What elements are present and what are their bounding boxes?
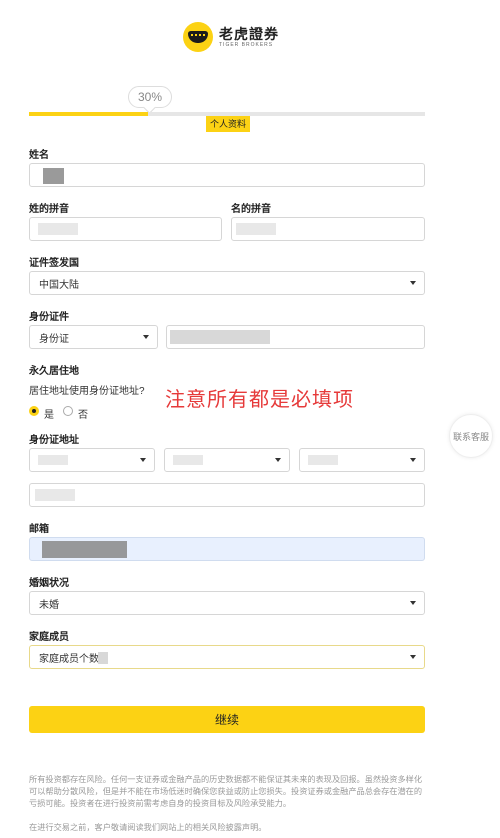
name-label: 姓名	[29, 150, 49, 161]
id-number-input[interactable]	[166, 325, 425, 349]
brand-name-cn: 老虎證券	[219, 25, 279, 42]
given-pinyin-label: 名的拼音	[231, 204, 271, 215]
radio-no[interactable]	[63, 406, 73, 416]
chevron-down-icon	[410, 281, 416, 285]
id-doc-label: 身份证件	[29, 312, 69, 323]
chevron-down-icon	[140, 458, 146, 462]
radio-yes[interactable]	[29, 406, 39, 416]
redacted-value	[38, 455, 68, 465]
redacted-value	[98, 652, 108, 664]
street-address-input[interactable]	[29, 483, 425, 507]
marital-status-value: 未婚	[39, 599, 59, 611]
chevron-down-icon	[143, 335, 149, 339]
marital-status-select[interactable]: 未婚	[29, 591, 425, 615]
given-pinyin-input[interactable]	[231, 217, 425, 241]
continue-button[interactable]: 继续	[29, 706, 425, 733]
issuing-country-select[interactable]: 中国大陆	[29, 271, 425, 295]
id-type-value: 身份证	[39, 333, 69, 345]
email-input[interactable]	[29, 537, 425, 561]
progress-percent-bubble: 30%	[128, 86, 172, 108]
id-address-label: 身份证地址	[29, 435, 79, 446]
name-input[interactable]	[29, 163, 425, 187]
issuing-country-value: 中国大陆	[39, 279, 79, 291]
family-members-label: 家庭成员	[29, 632, 69, 643]
step-badge: 个人资料	[206, 116, 251, 132]
redacted-value	[35, 489, 75, 501]
redacted-value	[43, 168, 64, 184]
use-id-address-question: 居住地址使用身份证地址?	[29, 386, 145, 397]
surname-pinyin-label: 姓的拼音	[29, 204, 69, 215]
contact-support-button[interactable]: 联系客服	[449, 414, 493, 458]
permanent-address-label: 永久居住地	[29, 366, 79, 377]
redacted-value	[236, 223, 276, 235]
progress-fill	[29, 112, 148, 116]
brand-name-en: TIGER BROKERS	[219, 41, 274, 48]
redacted-value	[173, 455, 203, 465]
surname-pinyin-input[interactable]	[29, 217, 222, 241]
redacted-value	[308, 455, 338, 465]
family-members-select[interactable]: 家庭成员个数	[29, 645, 425, 669]
required-notice-annotation: 注意所有都是必填项	[165, 389, 354, 411]
chevron-down-icon	[410, 655, 416, 659]
issuing-country-label: 证件签发国	[29, 258, 79, 269]
redacted-value	[38, 223, 78, 235]
id-type-select[interactable]: 身份证	[29, 325, 158, 349]
redacted-value	[42, 541, 127, 558]
province-select[interactable]	[29, 448, 155, 472]
chevron-down-icon	[410, 458, 416, 462]
radio-no-label: 否	[78, 410, 88, 421]
tiger-brokers-logo: 老虎證券 TIGER BROKERS	[183, 22, 279, 52]
radio-yes-label: 是	[44, 410, 54, 421]
marital-status-label: 婚姻状况	[29, 578, 69, 589]
city-select[interactable]	[164, 448, 290, 472]
chevron-down-icon	[410, 601, 416, 605]
redacted-value	[170, 330, 270, 344]
risk-disclaimer: 所有投资都存在风险。任何一支证券或金融产品的历史数据都不能保证其未来的表现及回报…	[29, 775, 423, 808]
risk-disclosure-note: 在进行交易之前，客户敬请阅读我们网站上的相关风险披露声明。	[29, 823, 267, 832]
district-select[interactable]	[299, 448, 425, 472]
chevron-down-icon	[275, 458, 281, 462]
email-label: 邮箱	[29, 524, 49, 535]
family-members-value: 家庭成员个数	[39, 653, 99, 665]
tiger-logo-icon	[183, 22, 213, 52]
